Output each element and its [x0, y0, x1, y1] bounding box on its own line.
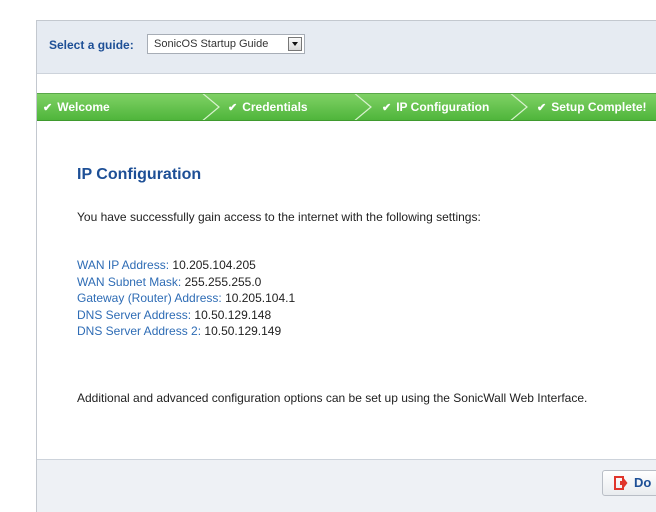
setting-row: WAN Subnet Mask: 255.255.255.0 — [77, 274, 295, 291]
setting-row: DNS Server Address 2: 10.50.129.149 — [77, 323, 295, 340]
setting-row: WAN IP Address: 10.205.104.205 — [77, 257, 295, 274]
guide-select-value: SonicOS Startup Guide — [154, 38, 269, 50]
step-setup-complete[interactable]: ✔ Setup Complete! — [537, 94, 647, 120]
chevron-right-icon — [510, 94, 528, 120]
bottom-bar: Do — [37, 459, 656, 512]
setting-value: 10.205.104.1 — [225, 291, 296, 305]
step-credentials[interactable]: ✔ Credentials — [228, 94, 308, 120]
guide-select[interactable]: SonicOS Startup Guide — [147, 34, 305, 54]
setting-label: DNS Server Address 2: — [77, 324, 202, 338]
setting-row: DNS Server Address: 10.50.129.148 — [77, 307, 295, 324]
setting-row: Gateway (Router) Address: 10.205.104.1 — [77, 290, 295, 307]
setting-value: 10.50.129.148 — [194, 307, 272, 322]
setting-value: 255.255.255.0 — [184, 274, 262, 289]
setting-value: 10.205.104.205 — [172, 258, 256, 272]
chevron-down-icon[interactable] — [288, 37, 302, 51]
step-welcome[interactable]: ✔ Welcome — [43, 94, 110, 120]
footer-text: Additional and advanced configuration op… — [77, 391, 588, 405]
setting-label: WAN IP Address: — [77, 258, 170, 272]
intro-text: You have successfully gain access to the… — [77, 210, 481, 224]
guide-label: Select a guide: — [49, 38, 134, 52]
done-button[interactable]: Do — [602, 470, 656, 496]
check-icon: ✔ — [382, 102, 392, 114]
step-ip-configuration[interactable]: ✔ IP Configuration — [382, 94, 489, 120]
setup-wizard-window: Select a guide: SonicOS Startup Guide ✔ W… — [36, 20, 656, 512]
guide-selector-bar: Select a guide: SonicOS Startup Guide — [37, 21, 656, 74]
chevron-right-icon — [354, 94, 372, 120]
chevron-right-icon — [202, 94, 220, 120]
step-label: Setup Complete! — [551, 100, 647, 114]
wizard-steps: ✔ Welcome ✔ Credentials ✔ IP Configuration … — [37, 93, 656, 121]
check-icon: ✔ — [537, 102, 547, 114]
setting-value: 10.50.129.149 — [204, 324, 282, 338]
done-button-label: Do — [634, 475, 652, 490]
step-label: Credentials — [242, 100, 308, 114]
network-settings-list: WAN IP Address: 10.205.104.205 WAN Subne… — [77, 257, 295, 340]
check-icon: ✔ — [43, 102, 53, 114]
step-label: Welcome — [57, 100, 110, 114]
setting-label: WAN Subnet Mask: — [77, 274, 182, 289]
check-icon: ✔ — [228, 102, 238, 114]
page-title: IP Configuration — [77, 166, 202, 183]
step-label: IP Configuration — [396, 100, 490, 114]
setting-label: Gateway (Router) Address: — [77, 291, 222, 305]
setting-label: DNS Server Address: — [77, 307, 192, 322]
exit-icon — [614, 476, 628, 490]
